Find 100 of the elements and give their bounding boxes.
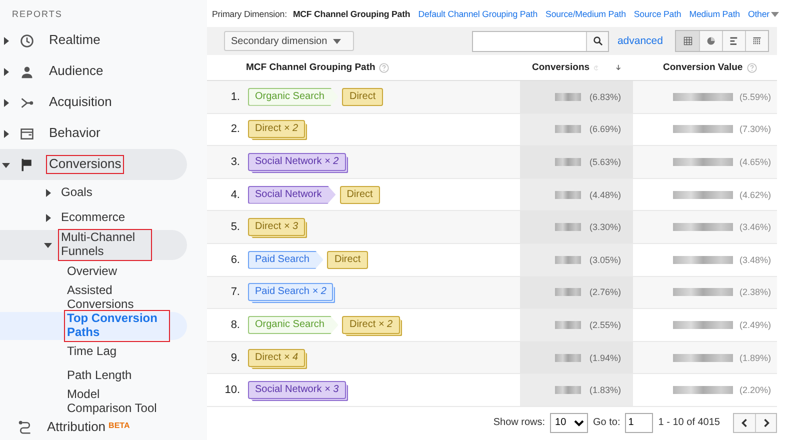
percentage: (3.46%) [739,222,771,232]
blurred-number [673,386,734,394]
percentage: (2.20%) [739,385,771,396]
row-number: 1. [230,90,240,103]
nav-item[interactable]: Realtime [0,25,187,56]
nav-item[interactable]: Model Comparison Tool [0,388,187,416]
view-toggle[interactable] [745,31,768,51]
caret-icon [44,241,52,249]
nav-item[interactable]: Top Conversion Paths [0,312,187,340]
view-toggle[interactable] [676,31,699,51]
section-heading: REPORTS [12,8,64,21]
blurred-number [555,92,582,101]
row-number: 6. [230,254,240,266]
nav-item[interactable]: Acquisition [0,87,187,118]
view-switcher[interactable] [675,30,769,52]
next-button[interactable] [755,414,776,432]
nav-item[interactable]: Overview [0,260,187,284]
dimension-link[interactable]: Default Channel Grouping Path [418,8,538,18]
help-icon [746,62,757,72]
search-icon [592,36,603,46]
caret-icon [2,68,10,76]
nav-item[interactable]: Attribution BETA [0,416,187,438]
dimension-link[interactable]: Other [748,8,786,18]
goto-label: Go to: [593,417,620,428]
channel-tag: Organic Search [248,88,338,106]
channel-tag: Social Network [248,186,336,204]
channel-tag: Direct [327,250,368,269]
channel-tag: Direct [340,186,380,204]
nav-item[interactable]: Goals [0,180,187,205]
caret-icon [2,160,10,168]
dimension-link[interactable]: Source/Medium Path [546,8,626,18]
dimension-link[interactable]: Medium Path [689,8,740,18]
caret-icon [44,188,52,196]
nav-item[interactable]: Audience [0,56,187,87]
nav-item[interactable]: Assisted Conversions [0,284,187,312]
help-icon [594,62,598,72]
blurred-number [673,190,734,199]
percentage: (7.30%) [739,124,771,134]
percentage: (4.48%) [589,190,621,200]
row-number: 9. [230,352,240,364]
nav-item[interactable]: Conversions [0,149,187,180]
blurred-number [555,223,582,232]
search-button[interactable] [586,32,608,50]
channel-tag: Organic Search [248,316,338,334]
percentage: (4.62%) [739,190,771,200]
advanced-link[interactable]: advanced [617,35,663,47]
channel-tag: Paid Search [248,250,324,269]
percentage: (5.63%) [589,156,621,167]
percentage: (1.89%) [739,352,771,363]
route-icon [18,420,32,434]
nav-item[interactable]: Ecommerce [0,205,187,230]
dimension-link[interactable]: Source Path [634,8,682,18]
chevron-left-icon [741,418,748,428]
columns-icon [752,36,762,46]
nav-item[interactable]: Time Lag [0,340,187,364]
sort-arrow-icon [616,62,621,73]
row-number: 4. [230,188,240,201]
caret-icon [2,98,10,106]
blurred-number [673,158,734,166]
dimension-dropdown[interactable]: Secondary dimension [224,31,354,51]
row-number: 2. [230,123,240,136]
percentage: (3.30%) [589,222,621,232]
row-number: 5. [230,221,240,234]
view-toggle[interactable] [699,31,722,51]
window-icon [20,126,34,140]
nav-item[interactable]: Multi-Channel Funnels [0,230,187,260]
percentage: (6.83%) [589,92,621,102]
nav-item[interactable]: Path Length [0,364,187,388]
percentage: (6.69%) [589,124,621,134]
rows-dropdown[interactable]: 10 [550,412,588,433]
page-field[interactable]: 1 [625,412,654,433]
branch-icon [20,96,34,110]
page-range: 1 - 10 of 4015 [658,417,720,428]
blurred-number [673,320,734,329]
view-toggle[interactable] [722,31,745,51]
chevron-right-icon [762,418,770,428]
grid-icon [682,36,692,46]
percentage: (5.59%) [739,92,771,102]
column-header: Conversion Value [663,62,743,73]
blurred-number [673,125,734,134]
row-number: 3. [230,156,240,168]
search-field[interactable] [472,30,610,52]
channel-tag: Direct [342,88,383,106]
blurred-number [555,125,582,134]
blurred-number [673,223,734,232]
prev-button[interactable] [734,414,755,432]
percentage: (2.55%) [589,320,621,330]
channel-tag: Paid Search × 2 [248,283,334,302]
blurred-number [673,354,734,362]
channel-tag: Direct × 2 [342,316,400,334]
nav-item[interactable]: Behavior [0,118,187,149]
percentage: (1.83%) [589,385,621,396]
help-icon [379,62,390,72]
bars-icon [729,36,739,46]
blurred-number [555,320,582,329]
column-header: MCF Channel Grouping Path [246,62,376,73]
blurred-number [673,256,734,264]
row-number: 10. [224,384,240,396]
dimension-link[interactable]: MCF Channel Grouping Path [292,8,410,18]
percentage: (2.76%) [589,287,621,298]
